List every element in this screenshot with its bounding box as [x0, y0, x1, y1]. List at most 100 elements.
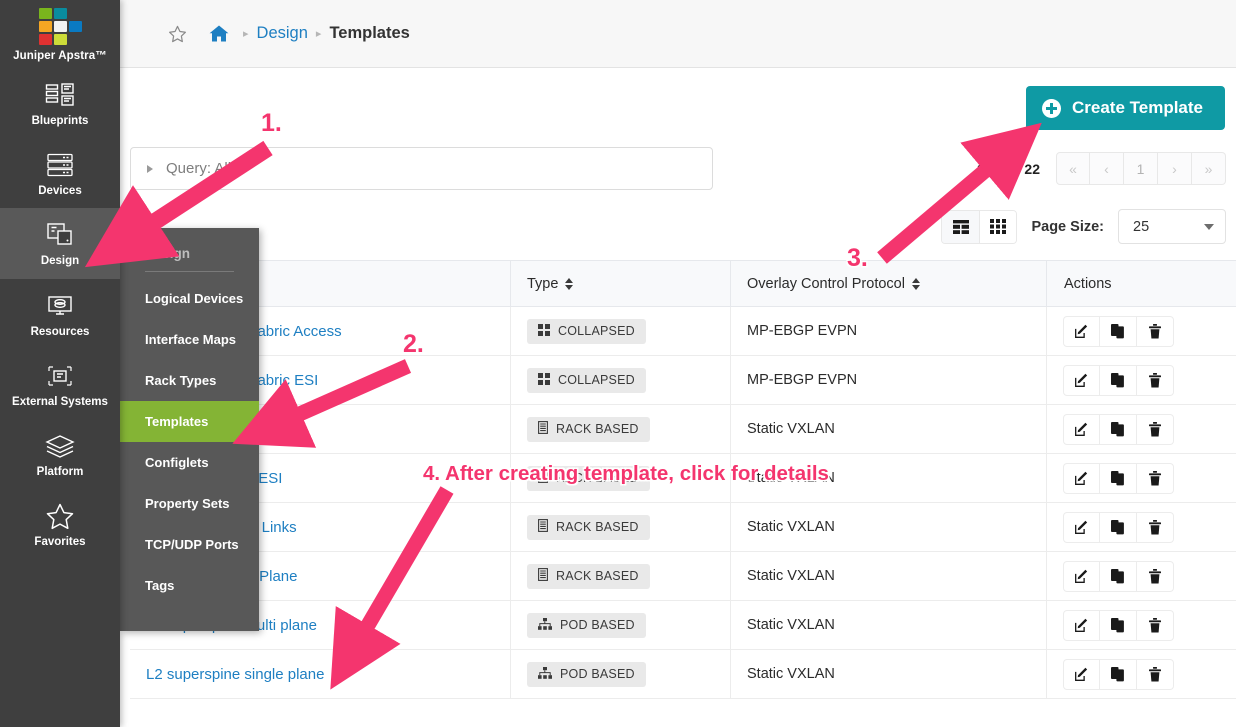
clone-icon[interactable] — [1100, 560, 1137, 592]
sort-icon — [911, 277, 920, 290]
clone-icon[interactable] — [1100, 413, 1137, 445]
rail-label: Platform — [36, 466, 84, 479]
rack-based-icon — [538, 568, 548, 584]
column-label: Type — [527, 275, 559, 292]
delete-icon[interactable] — [1137, 609, 1174, 641]
table-row: L2 Virtual Dual Fabric ESICOLLAPSEDMP-EB… — [130, 355, 1236, 405]
home-icon[interactable] — [209, 24, 229, 43]
page-content: Create Template Query: All 1-22 of 22 « — [120, 68, 1236, 699]
cell-name: L2 superspine single plane — [130, 650, 510, 699]
templates-table: Name Type Overlay Control Protocol Actio… — [130, 260, 1236, 699]
submenu-item-property-sets[interactable]: Property Sets — [120, 483, 259, 524]
create-template-button[interactable]: Create Template — [1025, 86, 1225, 130]
rail-item-devices[interactable]: Devices — [0, 138, 120, 208]
plus-circle-icon — [1041, 98, 1061, 118]
clone-icon[interactable] — [1100, 462, 1137, 494]
clone-icon[interactable] — [1100, 658, 1137, 690]
rail-label: Blueprints — [31, 115, 89, 127]
template-name-link[interactable]: L2 superspine single plane — [146, 666, 324, 683]
external-systems-icon — [4, 361, 116, 391]
delete-icon[interactable] — [1137, 462, 1174, 494]
edit-icon[interactable] — [1063, 560, 1100, 592]
table-row: L2 Virtual EVPN ESIRACK BASEDStatic VXLA… — [130, 453, 1236, 503]
delete-icon[interactable] — [1137, 658, 1174, 690]
edit-icon[interactable] — [1063, 315, 1100, 347]
favorite-star-icon[interactable] — [168, 25, 187, 43]
clone-icon[interactable] — [1100, 609, 1137, 641]
page-prev-button[interactable]: ‹ — [1090, 152, 1124, 185]
query-filter-input[interactable]: Query: All — [130, 147, 713, 190]
design-icon — [4, 220, 116, 250]
breadcrumb-design[interactable]: Design — [257, 24, 308, 43]
view-tools-row: Page Size: 25 — [130, 209, 1226, 244]
cell-actions — [1046, 355, 1236, 405]
row-action-group — [1063, 511, 1174, 543]
cell-actions — [1046, 649, 1236, 699]
badge-label: POD BASED — [560, 618, 635, 632]
breadcrumb-separator: ▸ — [243, 28, 249, 40]
overlay-protocol-value: Static VXLAN — [747, 470, 835, 486]
brand-name: Juniper Apstra™ — [13, 50, 107, 62]
table-row: L2 superspine single plane POD BASED Stati… — [130, 649, 1236, 699]
submenu-item-templates[interactable]: Templates — [120, 401, 259, 442]
cell-overlay-control-protocol: Static VXLAN — [730, 600, 1046, 650]
column-header-overlay-control-protocol[interactable]: Overlay Control Protocol — [730, 260, 1046, 307]
submenu-item-interface-maps[interactable]: Interface Maps — [120, 319, 259, 360]
clone-icon[interactable] — [1100, 364, 1137, 396]
page-size-select[interactable]: 25 — [1118, 209, 1226, 244]
delete-icon[interactable] — [1137, 560, 1174, 592]
edit-icon[interactable] — [1063, 658, 1100, 690]
main-area: ▸ Design ▸ Templates Create Template Que… — [120, 0, 1236, 727]
rail-item-resources[interactable]: Resources — [0, 279, 120, 349]
page-number-1[interactable]: 1 — [1124, 152, 1158, 185]
grid-view-icon[interactable] — [979, 210, 1017, 243]
top-breadcrumb-bar: ▸ Design ▸ Templates — [120, 0, 1236, 68]
submenu-item-configlets[interactable]: Configlets — [120, 442, 259, 483]
delete-icon[interactable] — [1137, 511, 1174, 543]
submenu-item-rack-types[interactable]: Rack Types — [120, 360, 259, 401]
status-badge: COLLAPSED — [527, 367, 646, 393]
edit-icon[interactable] — [1063, 462, 1100, 494]
page-last-button[interactable]: » — [1192, 152, 1226, 185]
cell-actions — [1046, 502, 1236, 552]
edit-icon[interactable] — [1063, 609, 1100, 641]
row-action-group — [1063, 609, 1174, 641]
edit-icon[interactable] — [1063, 511, 1100, 543]
rack-based-icon — [538, 470, 548, 486]
clone-icon[interactable] — [1100, 511, 1137, 543]
page-size-label: Page Size: — [1031, 218, 1104, 235]
clone-icon[interactable] — [1100, 315, 1137, 347]
row-action-group — [1063, 658, 1174, 690]
cell-actions — [1046, 551, 1236, 601]
page-next-button[interactable]: › — [1158, 152, 1192, 185]
status-badge: COLLAPSED — [527, 318, 646, 344]
column-label: Actions — [1064, 275, 1112, 292]
cell-overlay-control-protocol: Static VXLAN — [730, 404, 1046, 454]
cell-type: COLLAPSED — [510, 355, 730, 405]
rail-item-blueprints[interactable]: Blueprints — [0, 68, 120, 138]
cell-overlay-control-protocol: Static VXLAN — [730, 453, 1046, 503]
status-badge: RACK BASED — [527, 465, 650, 491]
cell-actions — [1046, 600, 1236, 650]
favorites-star-icon — [4, 501, 116, 531]
cell-type: POD BASED — [510, 600, 730, 650]
rail-item-favorites[interactable]: Favorites — [0, 489, 120, 559]
submenu-item-tags[interactable]: Tags — [120, 565, 259, 606]
sort-icon — [565, 277, 574, 290]
delete-icon[interactable] — [1137, 364, 1174, 396]
rail-item-external-systems[interactable]: External Systems — [0, 349, 120, 419]
column-header-type[interactable]: Type — [510, 260, 730, 307]
create-row: Create Template — [130, 68, 1226, 130]
edit-icon[interactable] — [1063, 413, 1100, 445]
table-view-icon[interactable] — [942, 210, 980, 243]
rail-label: Favorites — [34, 536, 86, 549]
submenu-item-tcp-udp-ports[interactable]: TCP/UDP Ports — [120, 524, 259, 565]
rail-item-design[interactable]: Design — [0, 208, 120, 279]
delete-icon[interactable] — [1137, 315, 1174, 347]
page-first-button[interactable]: « — [1056, 152, 1090, 185]
edit-icon[interactable] — [1063, 364, 1100, 396]
submenu-item-logical-devices[interactable]: Logical Devices — [120, 278, 259, 319]
delete-icon[interactable] — [1137, 413, 1174, 445]
rail-item-platform[interactable]: Platform — [0, 419, 120, 489]
status-badge: RACK BASED — [527, 416, 650, 442]
